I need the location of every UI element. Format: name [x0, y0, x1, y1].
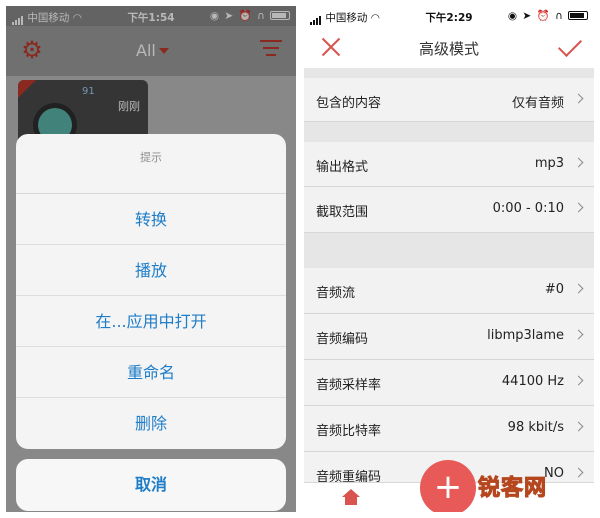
- setting-label: 音频比特率: [316, 424, 382, 439]
- setting-row-audio-codec[interactable]: 音频编码 libmp3lame: [304, 314, 594, 360]
- chevron-right-icon: [573, 202, 584, 213]
- chevron-right-icon: [573, 467, 584, 478]
- battery-icon: [568, 11, 588, 20]
- setting-label: 音频采样率: [316, 378, 382, 393]
- setting-label: 截取范围: [316, 205, 369, 220]
- setting-row-bitrate[interactable]: 音频比特率 98 kbit/s: [304, 406, 594, 452]
- setting-row-content[interactable]: 包含的内容 仅有音频: [304, 78, 594, 122]
- action-rename-button[interactable]: 重命名: [16, 347, 286, 398]
- setting-value: 44100 Hz: [501, 374, 564, 389]
- setting-value: 仅有音频: [511, 96, 564, 111]
- section-spacer: [304, 68, 594, 78]
- left-phone-screen: 中国移动 ◠ 下午1:54 ◉ ➤ ⏰ ∩ ⚙ All 91 刚刚 提示 转换 …: [6, 6, 296, 512]
- setting-label: 输出格式: [316, 160, 369, 175]
- setting-label: 包含的内容: [316, 96, 382, 111]
- setting-label: 音频编码: [316, 332, 369, 347]
- cancel-button[interactable]: 取消: [16, 459, 286, 511]
- setting-value: mp3: [534, 156, 564, 171]
- chevron-right-icon: [573, 375, 584, 386]
- setting-value: 0:00 - 0:10: [492, 201, 564, 216]
- chevron-right-icon: [573, 157, 584, 168]
- settings-list: 包含的内容 仅有音频 输出格式 mp3 截取范围 0:00 - 0:10 音频流…: [304, 68, 594, 498]
- setting-label: 音频流: [316, 286, 356, 301]
- action-convert-button[interactable]: 转换: [16, 194, 286, 245]
- home-icon[interactable]: [342, 489, 360, 505]
- status-bar: 中国移动 ◠ 下午2:29 ◉ ➤ ⏰ ∩: [304, 6, 594, 26]
- action-delete-button[interactable]: 删除: [16, 398, 286, 449]
- chevron-right-icon: [573, 329, 584, 340]
- setting-value: #0: [544, 282, 564, 297]
- setting-row-output-format[interactable]: 输出格式 mp3: [304, 142, 594, 187]
- chevron-right-icon: [573, 93, 584, 104]
- right-phone-screen: 中国移动 ◠ 下午2:29 ◉ ➤ ⏰ ∩ 高级模式 包含的内容 仅有音频 输出…: [304, 6, 594, 512]
- page-title: 高级模式: [418, 40, 479, 58]
- action-sheet: 提示 转换 播放 在...应用中打开 重命名 删除: [16, 134, 286, 449]
- site-watermark: 锐客网: [477, 476, 548, 502]
- action-play-button[interactable]: 播放: [16, 245, 286, 296]
- location-icon: ➤: [522, 10, 533, 22]
- add-button[interactable]: +: [420, 460, 476, 512]
- section-spacer: [304, 233, 594, 268]
- section-spacer: [304, 122, 594, 142]
- setting-row-trim-range[interactable]: 截取范围 0:00 - 0:10: [304, 187, 594, 233]
- setting-value: NO: [544, 466, 564, 481]
- setting-value: libmp3lame: [487, 328, 564, 343]
- setting-row-sample-rate[interactable]: 音频采样率 44100 Hz: [304, 360, 594, 406]
- headphones-icon: ∩: [554, 10, 564, 22]
- action-sheet-title: 提示: [16, 134, 286, 194]
- alarm-icon: ⏰: [536, 10, 551, 22]
- navigation-bar: 高级模式: [304, 26, 594, 68]
- setting-row-audio-stream[interactable]: 音频流 #0: [304, 268, 594, 314]
- setting-value: 98 kbit/s: [507, 420, 564, 435]
- lock-rotation-icon: ◉: [507, 10, 519, 22]
- action-open-in-app-button[interactable]: 在...应用中打开: [16, 296, 286, 347]
- chevron-right-icon: [573, 283, 584, 294]
- chevron-right-icon: [573, 421, 584, 432]
